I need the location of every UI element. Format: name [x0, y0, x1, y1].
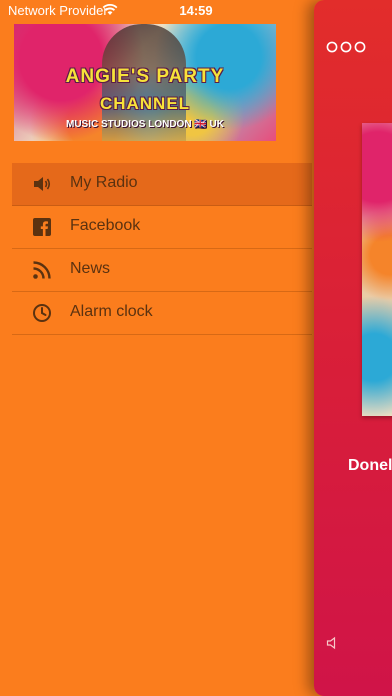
banner-title-line2: CHANNEL [99, 94, 191, 113]
menu-item-alarm-clock[interactable]: Alarm clock [12, 292, 312, 335]
volume-icon[interactable] [326, 636, 340, 650]
track-title: Donel [348, 457, 392, 474]
clock-icon [33, 304, 51, 322]
menu-item-news[interactable]: News [12, 249, 312, 292]
banner-title-line1: ANGIE'S PARTY [65, 66, 225, 87]
menu-item-label: Facebook [70, 217, 141, 234]
side-menu: My Radio Facebook News Alarm clock [12, 163, 312, 335]
menu-item-label: News [70, 260, 111, 277]
menu-item-facebook[interactable]: Facebook [12, 206, 312, 249]
speaker-icon [34, 177, 51, 191]
facebook-icon [33, 218, 51, 236]
rss-icon [33, 261, 51, 279]
album-artwork [362, 123, 392, 416]
channel-banner: ANGIE'S PARTY CHANNEL MUSIC STUDIOS LOND… [14, 24, 276, 141]
player-panel[interactable]: Donel [314, 0, 392, 696]
banner-subtitle: MUSIC STUDIOS LONDON 🇬🇧 UK [65, 119, 224, 130]
menu-item-label: Alarm clock [70, 303, 153, 320]
menu-item-label: My Radio [70, 174, 138, 191]
more-icon[interactable] [326, 40, 368, 54]
menu-item-my-radio[interactable]: My Radio [12, 163, 312, 206]
